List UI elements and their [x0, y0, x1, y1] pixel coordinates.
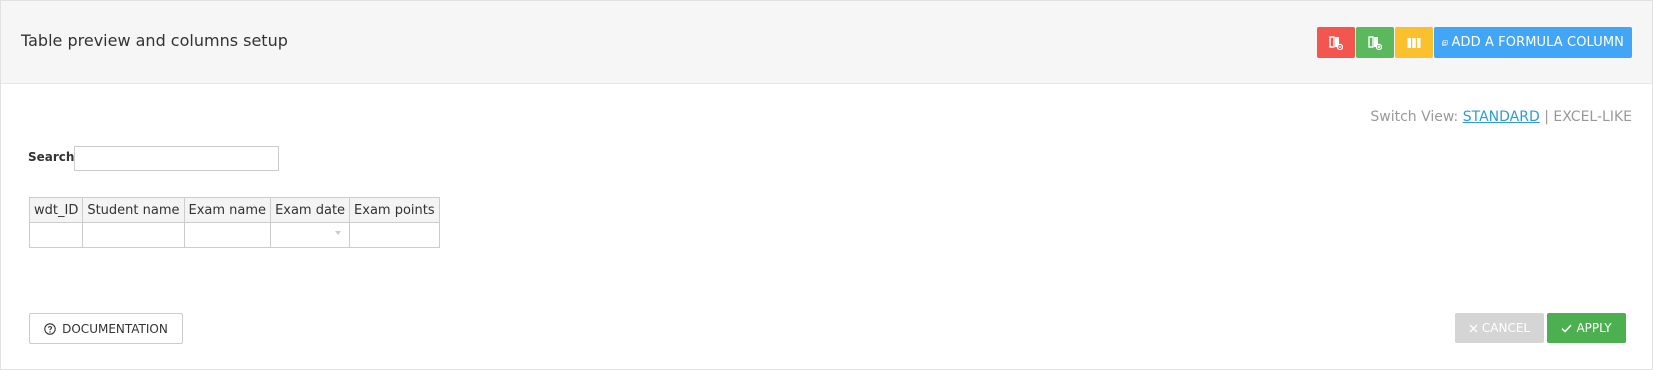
- filter-cell-exam-points[interactable]: [349, 222, 440, 248]
- column-add-icon: [1368, 35, 1382, 50]
- documentation-label: DOCUMENTATION: [62, 321, 168, 336]
- cancel-button[interactable]: CANCEL: [1455, 313, 1544, 343]
- filter-cell-wdt-id[interactable]: [28, 222, 84, 248]
- switch-view-label: Switch View:: [1370, 109, 1459, 125]
- switch-view: Switch View: STANDARD | EXCEL-LIKE: [1370, 109, 1632, 125]
- plus-square-icon: [1442, 39, 1448, 46]
- columns-settings-button[interactable]: [1395, 27, 1433, 58]
- column-header-student-name[interactable]: Student name: [82, 197, 185, 223]
- column-header-exam-points[interactable]: Exam points: [349, 197, 440, 223]
- question-circle-icon: [44, 322, 56, 335]
- panel-title: Table preview and columns setup: [21, 31, 288, 50]
- close-icon: [1469, 324, 1478, 332]
- filter-cell-exam-name[interactable]: [183, 222, 272, 248]
- standard-view-link[interactable]: STANDARD: [1463, 109, 1540, 125]
- excel-like-view-link[interactable]: EXCEL-LIKE: [1553, 109, 1632, 125]
- documentation-button[interactable]: DOCUMENTATION: [29, 313, 183, 344]
- filter-row: [28, 222, 440, 248]
- panel-header: Table preview and columns setup ADD A FO…: [1, 1, 1652, 84]
- search-label: Search:: [28, 150, 80, 164]
- filter-cell-student-name[interactable]: [82, 222, 185, 248]
- filter-cell-exam-date[interactable]: [270, 222, 351, 248]
- chevron-down-icon: [335, 231, 342, 235]
- add-column-button[interactable]: [1356, 27, 1394, 58]
- add-formula-column-button[interactable]: ADD A FORMULA COLUMN: [1434, 27, 1632, 58]
- columns-icon: [1407, 37, 1421, 48]
- apply-button[interactable]: APPLY: [1547, 313, 1626, 343]
- column-remove-icon: [1329, 35, 1343, 50]
- preview-table: wdt_ID Student name Exam name Exam date …: [28, 197, 440, 248]
- table-setup-panel: Table preview and columns setup ADD A FO…: [0, 0, 1653, 370]
- remove-column-button[interactable]: [1317, 27, 1355, 58]
- search-input[interactable]: [74, 146, 279, 171]
- column-header-exam-name[interactable]: Exam name: [183, 197, 272, 223]
- apply-label: APPLY: [1576, 321, 1612, 335]
- add-formula-column-label: ADD A FORMULA COLUMN: [1451, 35, 1624, 50]
- column-header-wdt-id[interactable]: wdt_ID: [28, 197, 84, 223]
- switch-view-separator: |: [1544, 109, 1549, 125]
- cancel-label: CANCEL: [1481, 321, 1531, 335]
- table-header-row: wdt_ID Student name Exam name Exam date …: [28, 197, 440, 223]
- checkmark-icon: [1561, 324, 1572, 333]
- column-header-exam-date[interactable]: Exam date: [270, 197, 351, 223]
